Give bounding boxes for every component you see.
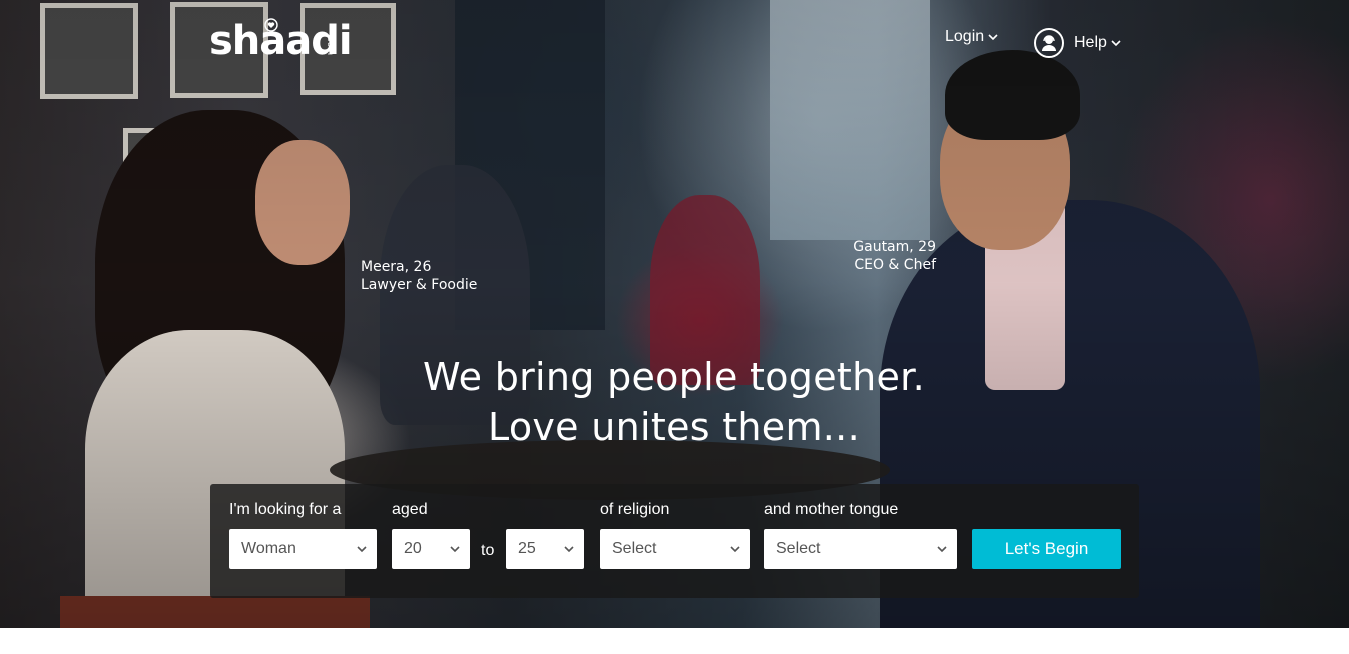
profile-role: CEO & Chef — [854, 257, 936, 273]
age-from-value: 20 — [404, 540, 422, 557]
login-menu[interactable]: Login — [945, 28, 999, 46]
profile-role: Lawyer & Foodie — [361, 277, 478, 293]
chevron-down-icon — [450, 546, 460, 553]
partner-search-form: I'm looking for a Woman aged 20 to 25 of… — [210, 484, 1139, 598]
religion-select[interactable]: Select — [600, 529, 750, 569]
login-label: Login — [945, 28, 985, 45]
mother-tongue-select[interactable]: Select — [764, 529, 957, 569]
chevron-down-icon — [988, 34, 998, 41]
religion-value: Select — [612, 540, 657, 557]
help-menu[interactable]: Help — [1034, 28, 1122, 58]
mother-tongue-value: Select — [776, 540, 821, 557]
profile-caption-right: Gautam, 29 CEO & Chef — [830, 238, 936, 274]
headline-line-2: Love unites them... — [488, 405, 860, 449]
help-agent-icon — [1034, 28, 1064, 58]
help-label: Help — [1074, 34, 1107, 51]
chevron-down-icon — [1111, 40, 1121, 47]
looking-for-value: Woman — [241, 540, 296, 557]
mother-tongue-label: and mother tongue — [764, 501, 899, 518]
lets-begin-button[interactable]: Let's Begin — [972, 529, 1121, 569]
age-to-separator: to — [481, 542, 495, 559]
chevron-down-icon — [357, 546, 367, 553]
hero-headline: We bring people together. Love unites th… — [374, 352, 974, 452]
religion-label: of religion — [600, 501, 670, 518]
age-to-value: 25 — [518, 540, 536, 557]
hero-background: shaadi .com Login Help Meera, 26 Lawyer … — [0, 0, 1349, 628]
heart-icon — [264, 18, 278, 32]
profile-caption-left: Meera, 26 Lawyer & Foodie — [361, 258, 477, 294]
age-to-select[interactable]: 25 — [506, 529, 584, 569]
headline-line-1: We bring people together. — [422, 355, 925, 399]
chevron-down-icon — [730, 546, 740, 553]
logo-domain-suffix: .com — [326, 34, 336, 56]
looking-for-label: I'm looking for a — [229, 501, 342, 518]
profile-name: Gautam, 29 — [853, 239, 936, 255]
aged-label: aged — [392, 501, 428, 518]
looking-for-select[interactable]: Woman — [229, 529, 377, 569]
chevron-down-icon — [564, 546, 574, 553]
age-from-select[interactable]: 20 — [392, 529, 470, 569]
profile-name: Meera, 26 — [361, 259, 432, 275]
chevron-down-icon — [937, 546, 947, 553]
